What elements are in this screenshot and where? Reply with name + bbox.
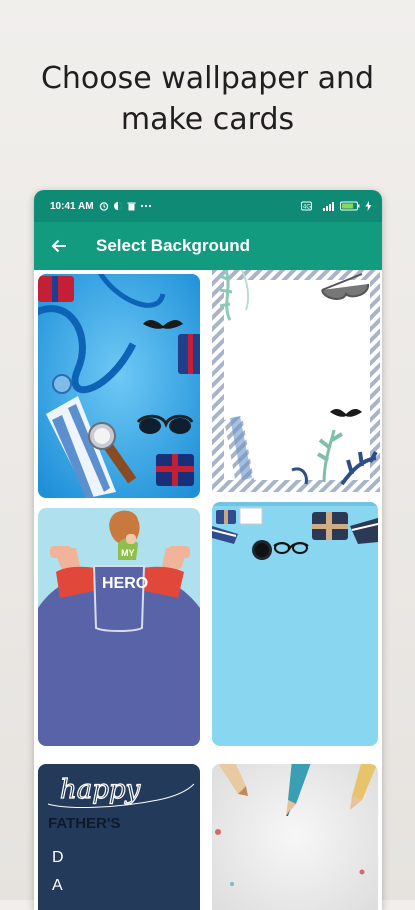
back-button[interactable]	[34, 222, 84, 270]
wallpaper-tile-2[interactable]	[212, 270, 382, 498]
headline: Choose wallpaper and make cards	[0, 58, 415, 140]
vpn-icon	[113, 202, 122, 210]
wallpaper-tile-1[interactable]	[38, 274, 200, 498]
battery-icon	[340, 201, 360, 211]
letter-d: D	[52, 849, 64, 866]
headline-line-2: make cards	[120, 102, 295, 137]
wallpaper-tile-5[interactable]: happy FATHER'S D A	[38, 764, 200, 910]
alarm-icon	[99, 202, 108, 211]
wallpaper-tile-3[interactable]: MY HERO	[38, 508, 200, 746]
charging-icon	[365, 201, 372, 211]
happy-text: happy	[60, 775, 141, 805]
toolbar: Select Background	[34, 222, 382, 270]
hero-text: HERO	[102, 575, 148, 592]
toolbar-title: Select Background	[96, 236, 250, 255]
more-dots-icon	[140, 204, 151, 208]
data-saver-icon: 4G	[301, 201, 312, 211]
wallpaper-tile-4[interactable]	[212, 502, 378, 746]
wallpaper-image	[212, 502, 378, 746]
fathers-text: FATHER'S	[48, 815, 120, 832]
wallpaper-image: happy FATHER'S D A	[38, 764, 200, 910]
signal-icon	[323, 202, 334, 211]
status-time: 10:41 AM	[50, 200, 94, 212]
arrow-left-icon	[51, 239, 66, 253]
wallpaper-tile-6[interactable]	[212, 764, 378, 910]
status-bar: 10:41 AM 4G	[34, 190, 382, 222]
trash-icon	[127, 202, 136, 211]
wallpaper-image: MY HERO	[38, 508, 200, 746]
my-text: MY	[121, 548, 135, 558]
svg-text:4G: 4G	[303, 205, 311, 211]
wallpaper-image	[212, 270, 382, 498]
headline-line-1: Choose wallpaper and	[40, 61, 375, 96]
phone-frame: 10:41 AM 4G Select Background MY HERO ha…	[34, 190, 382, 910]
wallpaper-image	[212, 764, 378, 910]
letter-a: A	[52, 877, 63, 894]
wallpaper-image	[38, 274, 200, 498]
